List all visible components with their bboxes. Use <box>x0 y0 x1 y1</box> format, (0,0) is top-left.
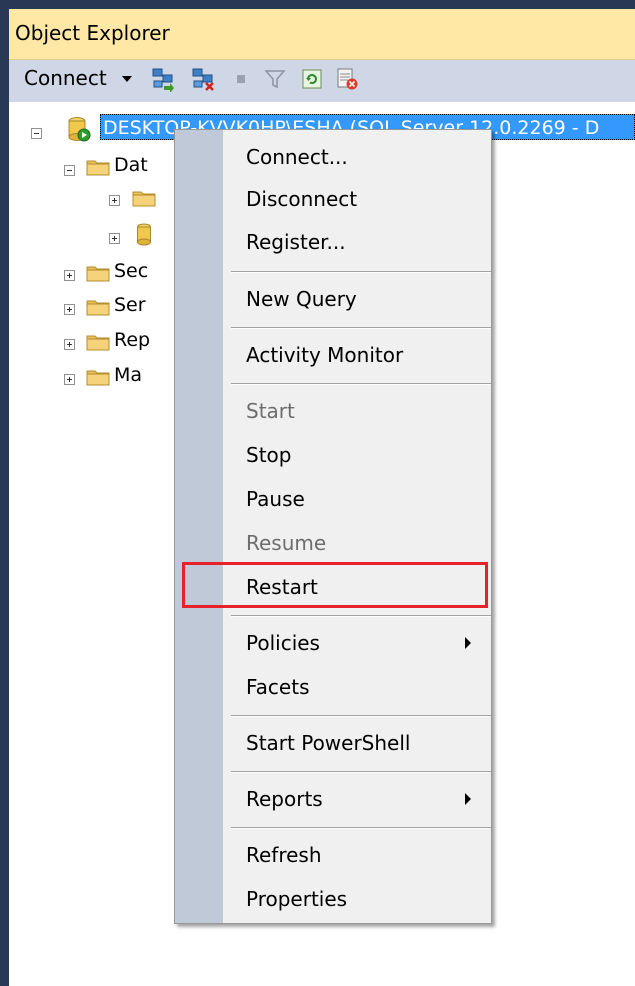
server-running-icon <box>68 117 91 142</box>
menu-separator <box>231 615 491 617</box>
tree-node-management[interactable]: Ma <box>114 364 142 386</box>
expand-toggle[interactable] <box>64 339 75 350</box>
menu-item-connect[interactable]: Connect... <box>175 137 491 177</box>
menu-item-stop[interactable]: Stop <box>175 435 491 475</box>
menu-item-label: Facets <box>246 675 310 699</box>
expand-toggle[interactable] <box>64 374 75 385</box>
filter-icon <box>264 70 286 89</box>
database-icon <box>137 223 151 246</box>
menu-item-label: Reports <box>246 787 323 811</box>
menu-separator <box>231 771 491 773</box>
menu-item-start-powershell[interactable]: Start PowerShell <box>175 723 491 763</box>
tree-node-replication[interactable]: Rep <box>114 329 150 351</box>
folder-icon <box>86 335 110 351</box>
tree-node-server-objects[interactable]: Ser <box>114 294 146 316</box>
window-border-top <box>0 0 635 9</box>
menu-item-label: Start PowerShell <box>246 731 411 755</box>
menu-item-refresh[interactable]: Refresh <box>175 835 491 875</box>
menu-item-label: Start <box>246 399 295 423</box>
tree-node-databases[interactable]: Dat <box>114 154 148 176</box>
menu-item-label: Connect... <box>246 145 348 169</box>
menu-item-label: Policies <box>246 631 320 655</box>
menu-item-label: New Query <box>246 287 357 311</box>
chevron-down-icon[interactable] <box>122 76 132 82</box>
restart-highlight-box <box>182 562 488 608</box>
menu-separator <box>231 271 491 273</box>
object-explorer-toolbar: Connect <box>9 60 635 102</box>
menu-separator <box>231 715 491 717</box>
object-explorer-titlebar[interactable]: Object Explorer <box>9 9 635 60</box>
menu-item-facets[interactable]: Facets <box>175 667 491 707</box>
expand-toggle[interactable] <box>109 195 120 206</box>
menu-item-activity-monitor[interactable]: Activity Monitor <box>175 335 491 375</box>
submenu-arrow-icon <box>465 637 471 649</box>
tree-node-security[interactable]: Sec <box>114 260 148 282</box>
collapse-toggle[interactable] <box>31 128 42 139</box>
window-border-left <box>0 0 9 986</box>
menu-item-label: Resume <box>246 531 327 555</box>
menu-item-label: Register... <box>246 230 346 254</box>
folder-icon <box>86 160 110 176</box>
menu-item-label: Activity Monitor <box>246 343 404 367</box>
menu-item-properties[interactable]: Properties <box>175 879 491 919</box>
folder-icon <box>86 370 110 386</box>
menu-item-new-query[interactable]: New Query <box>175 279 491 319</box>
folder-icon <box>86 300 110 316</box>
object-explorer-window: Object Explorer Connect DESKTOP-KVVK0HP\… <box>0 0 635 986</box>
connect-object-explorer-icon[interactable] <box>150 66 176 92</box>
folder-icon <box>86 266 110 282</box>
connect-button[interactable]: Connect <box>24 66 107 90</box>
menu-item-label: Stop <box>246 443 292 467</box>
server-context-menu: Connect... Disconnect Register... New Qu… <box>174 129 492 924</box>
menu-item-resume: Resume <box>175 523 491 563</box>
disconnect-icon[interactable] <box>190 66 216 92</box>
expand-toggle[interactable] <box>109 233 120 244</box>
menu-item-label: Disconnect <box>246 187 358 211</box>
collapse-toggle[interactable] <box>64 165 75 176</box>
menu-item-start: Start <box>175 391 491 431</box>
menu-separator <box>231 327 491 329</box>
expand-toggle[interactable] <box>64 304 75 315</box>
submenu-arrow-icon <box>465 793 471 805</box>
menu-item-register[interactable]: Register... <box>175 222 491 262</box>
folder-icon <box>132 191 156 207</box>
menu-separator <box>231 827 491 829</box>
menu-item-label: Properties <box>246 887 348 911</box>
menu-item-label: Pause <box>246 487 305 511</box>
menu-item-pause[interactable]: Pause <box>175 479 491 519</box>
refresh-icon[interactable] <box>299 66 325 92</box>
menu-item-disconnect[interactable]: Disconnect <box>175 179 491 219</box>
menu-item-reports[interactable]: Reports <box>175 779 491 819</box>
stop-icon <box>237 75 245 83</box>
menu-item-policies[interactable]: Policies <box>175 623 491 663</box>
panel-title: Object Explorer <box>15 21 170 45</box>
menu-item-label: Refresh <box>246 843 322 867</box>
activity-monitor-icon[interactable] <box>334 66 360 92</box>
menu-separator <box>231 383 491 385</box>
expand-toggle[interactable] <box>64 270 75 281</box>
